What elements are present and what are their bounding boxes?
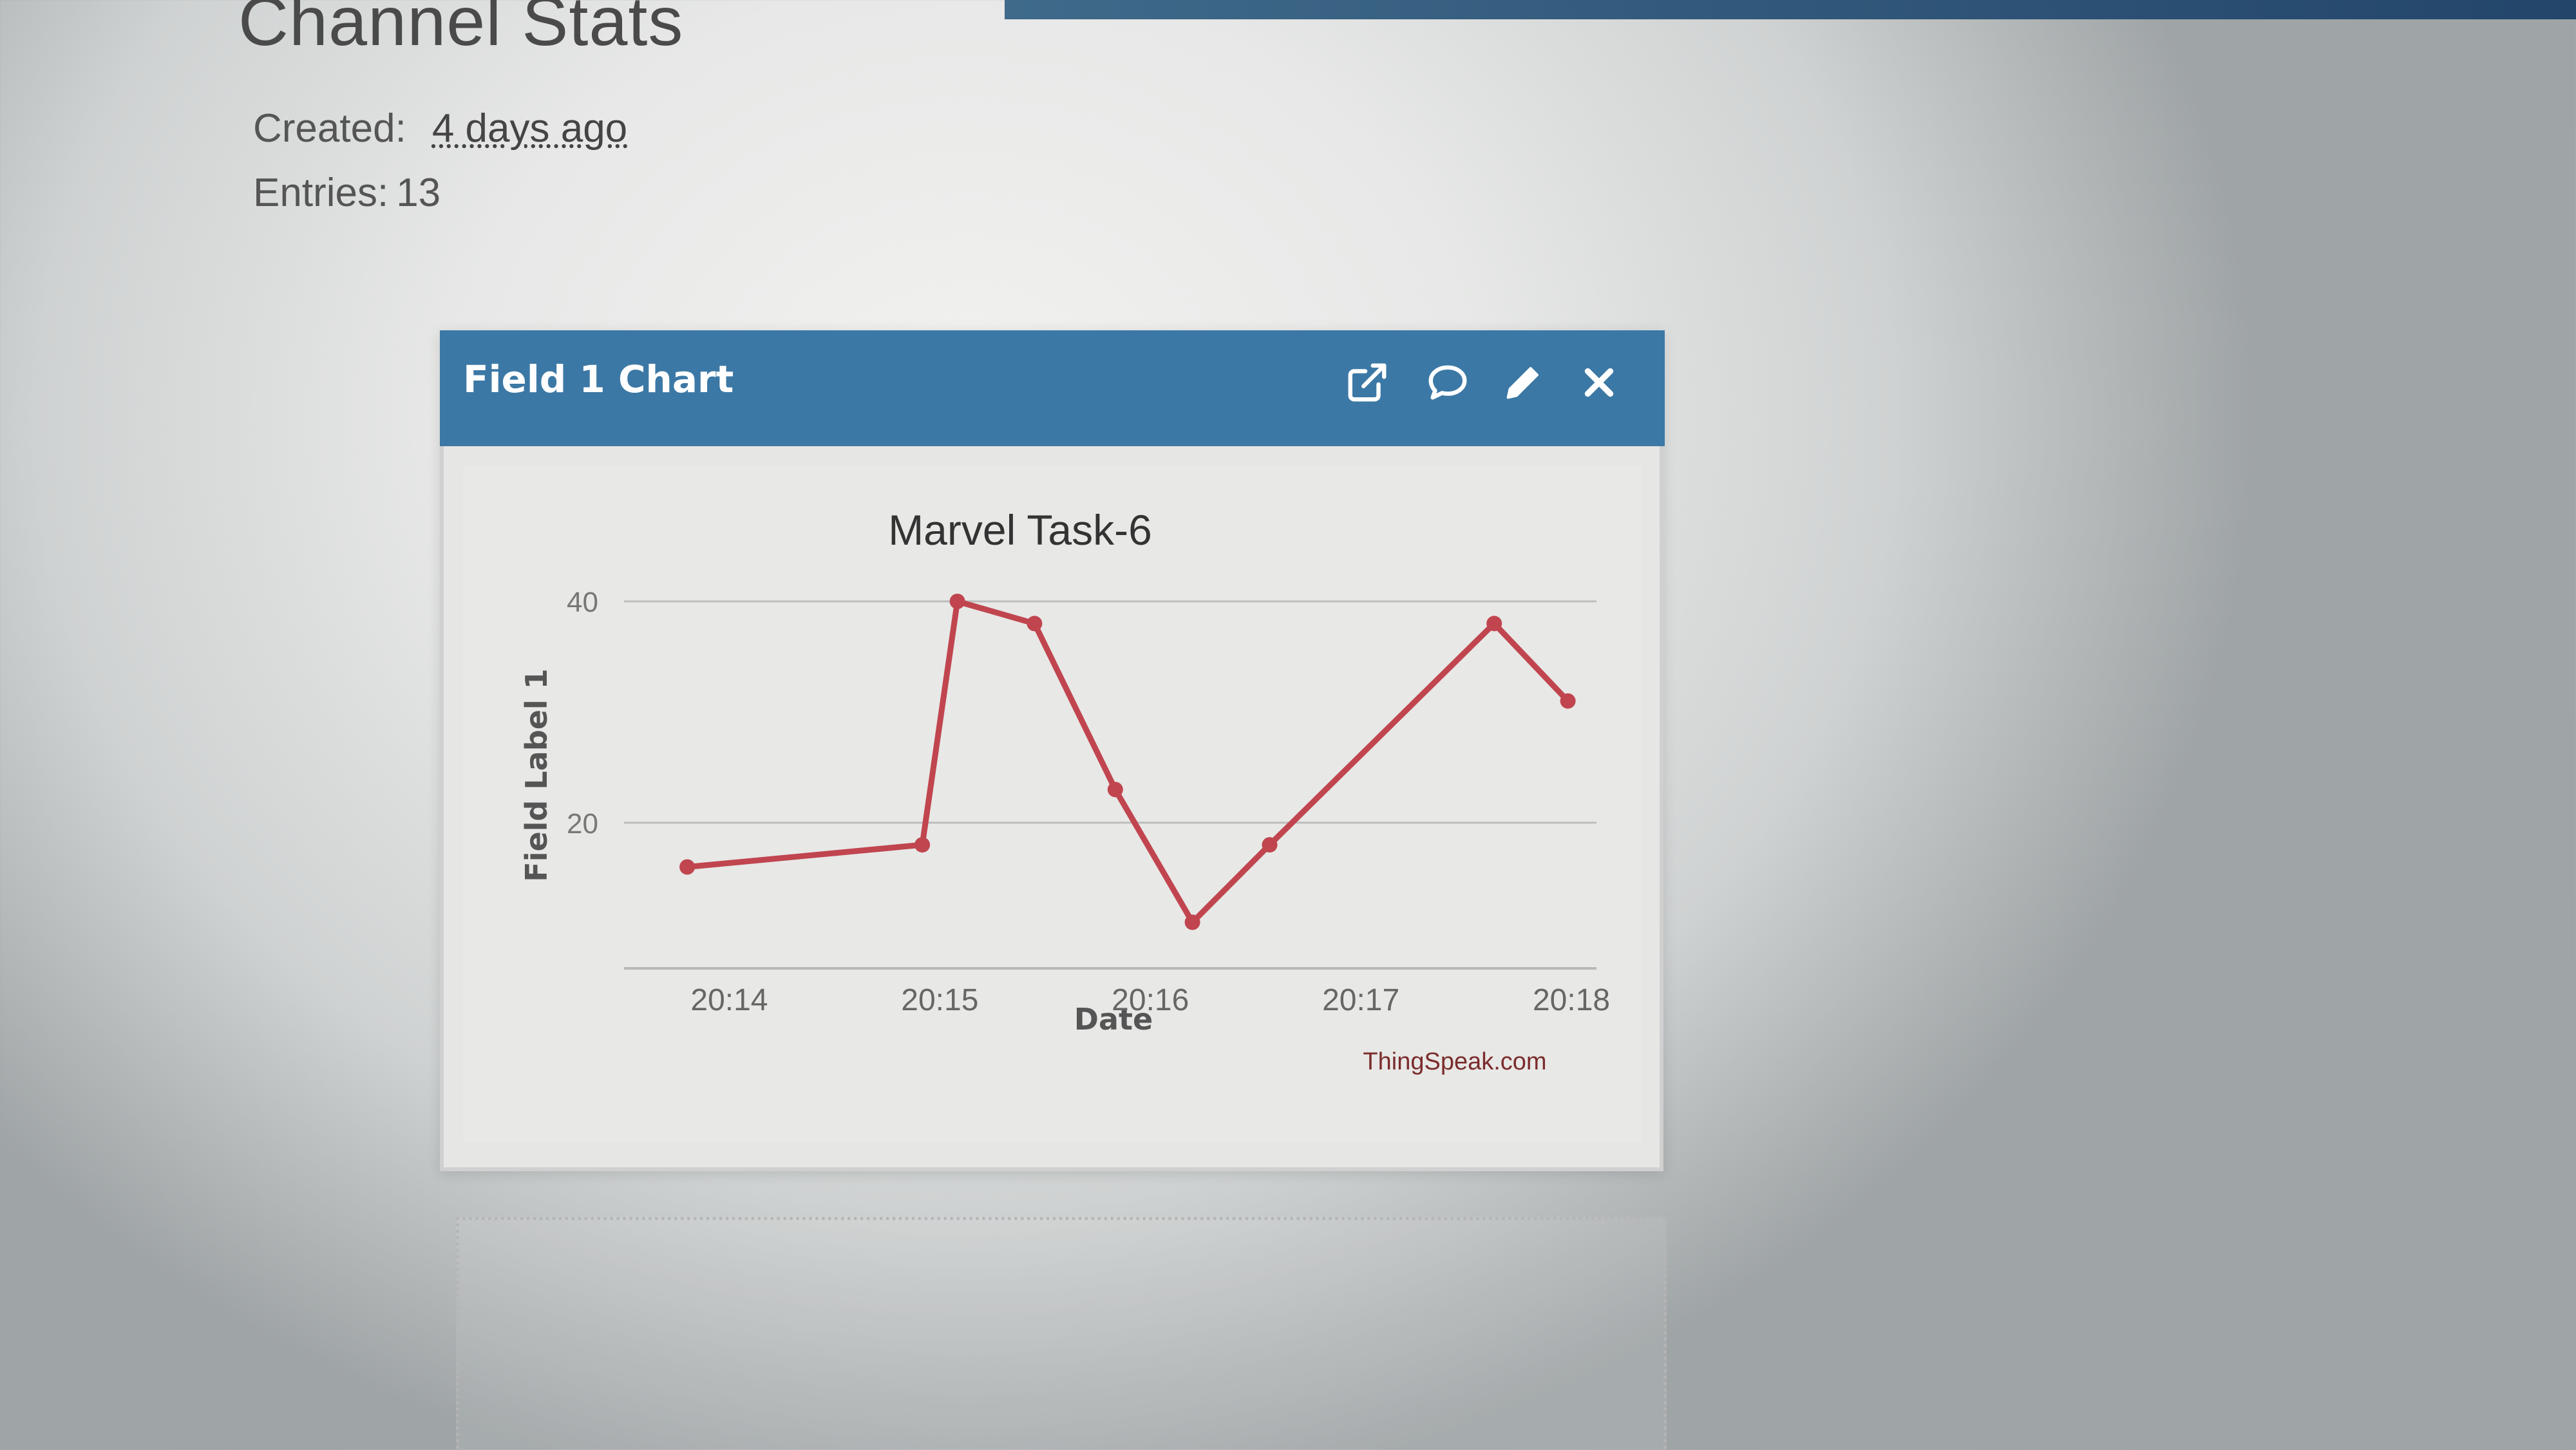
y-tick-label: 40 <box>567 587 598 618</box>
data-point[interactable] <box>679 859 696 875</box>
data-point[interactable] <box>1107 782 1123 798</box>
x-tick-label: 20:18 <box>1533 983 1610 1017</box>
entries-label: Entries: <box>253 171 389 215</box>
page-title: Channel Stats <box>238 0 684 60</box>
data-point[interactable] <box>1486 616 1502 632</box>
data-point[interactable] <box>1184 914 1200 930</box>
top-navigation-bar-edge <box>1005 0 2576 19</box>
channel-stats: Created: 4 days ago Entries: 13 <box>253 97 627 225</box>
chart-widget-header: Field 1 Chart <box>440 330 1665 446</box>
close-icon[interactable] <box>1577 360 1622 405</box>
chart-widget-title: Field 1 Chart <box>463 357 734 401</box>
data-point[interactable] <box>1262 837 1278 853</box>
external-link-icon[interactable] <box>1345 360 1390 405</box>
data-point[interactable] <box>1560 693 1576 709</box>
chart-plot-area: Marvel Task-6 Field Label 1 Date ThingSp… <box>463 466 1642 1142</box>
created-value-link[interactable]: 4 days ago <box>432 106 627 151</box>
data-point[interactable] <box>949 594 965 609</box>
chart-credit-link[interactable]: ThingSpeak.com <box>1363 1048 1546 1075</box>
line-chart: Marvel Task-6 Field Label 1 Date ThingSp… <box>463 466 1642 1142</box>
entries-row: Entries: 13 <box>253 161 627 225</box>
entries-value: 13 <box>396 171 441 215</box>
chart-title: Marvel Task-6 <box>888 506 1152 554</box>
x-tick-label: 20:16 <box>1112 983 1189 1017</box>
pencil-icon[interactable] <box>1501 360 1546 405</box>
y-axis-label: Field Label 1 <box>519 668 554 881</box>
field-chart-widget: Field 1 Chart Marvel Task-6 Field Label … <box>440 330 1665 1171</box>
data-point[interactable] <box>1027 616 1043 632</box>
y-tick-label: 20 <box>567 808 598 840</box>
created-label: Created: <box>253 106 406 151</box>
second-widget-panel <box>456 1217 1667 1450</box>
x-tick-label: 20:17 <box>1322 983 1399 1017</box>
chart-background <box>463 466 1642 1142</box>
created-row: Created: 4 days ago <box>253 97 627 161</box>
data-point[interactable] <box>914 837 931 853</box>
x-tick-label: 20:14 <box>690 983 768 1017</box>
x-tick-label: 20:15 <box>901 983 978 1017</box>
comment-icon[interactable] <box>1425 360 1470 405</box>
